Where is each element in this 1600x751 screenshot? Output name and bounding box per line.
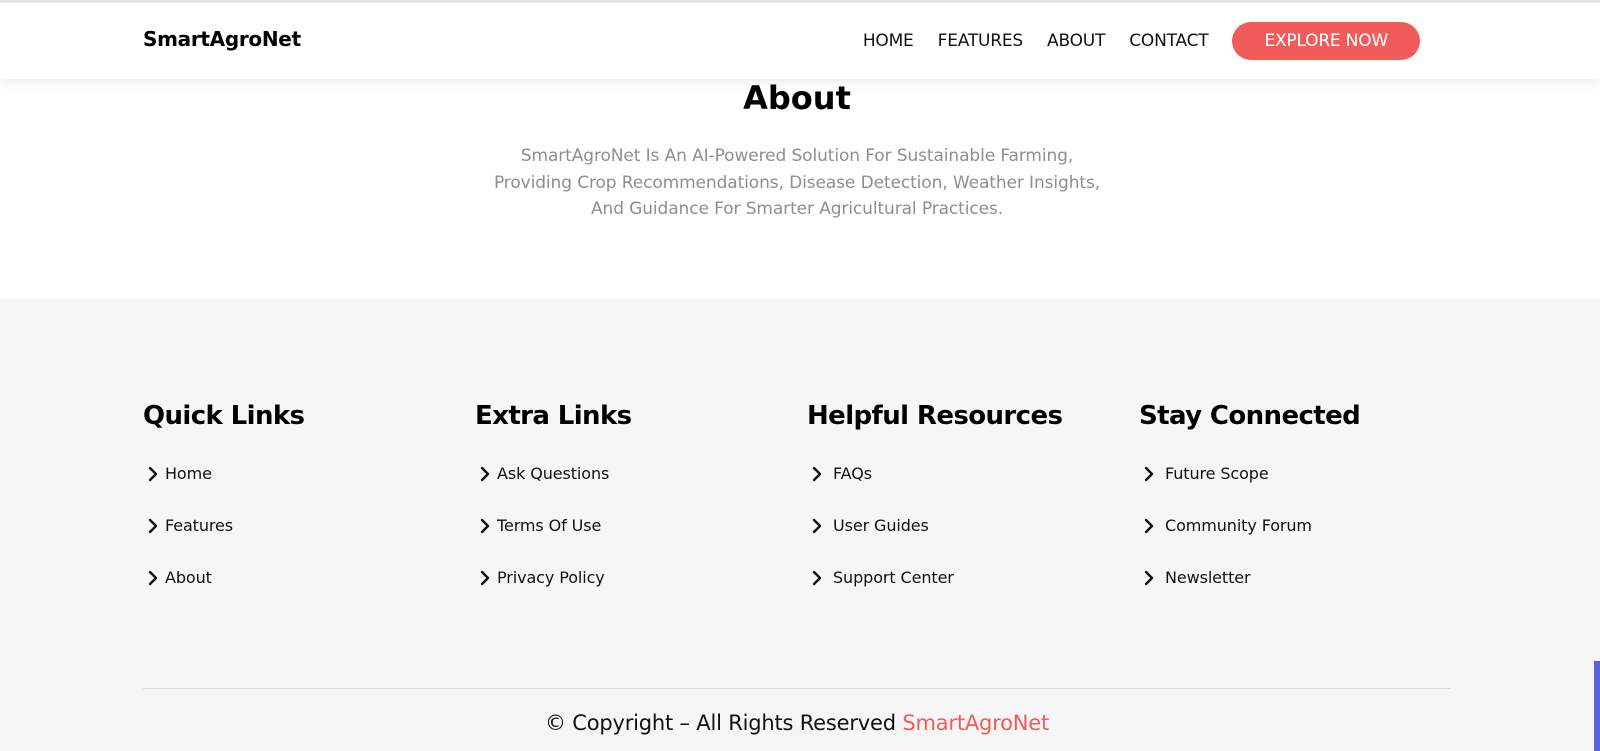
footer-column-helpful-resources: Helpful Resources FAQs User Guides Suppo…	[807, 398, 1127, 620]
footer-link-terms-of-use[interactable]: Terms Of Use	[475, 516, 795, 568]
chevron-right-icon	[147, 569, 163, 587]
footer-link-home[interactable]: Home	[143, 464, 463, 516]
chevron-right-icon	[479, 569, 495, 587]
chevron-right-icon	[1143, 465, 1159, 483]
footer-link-future-scope[interactable]: Future Scope	[1139, 464, 1459, 516]
explore-now-button[interactable]: EXPLORE NOW	[1232, 22, 1420, 60]
footer-link-community-forum[interactable]: Community Forum	[1139, 516, 1459, 568]
footer-link-features[interactable]: Features	[143, 516, 463, 568]
footer-link-list: FAQs User Guides Support Center	[807, 464, 1127, 620]
copyright-brand-link[interactable]: SmartAgroNet	[902, 711, 1049, 735]
footer-link-list: Ask Questions Terms Of Use Privacy Polic…	[475, 464, 795, 620]
footer-link-list: Home Features About	[143, 464, 463, 620]
footer-link-label: Newsletter	[1165, 568, 1251, 587]
footer-link-label: Support Center	[833, 568, 954, 587]
footer-column-title: Stay Connected	[1139, 401, 1361, 431]
footer-divider	[143, 688, 1450, 689]
nav-link-home[interactable]: HOME	[863, 31, 914, 51]
footer-column-title: Quick Links	[143, 401, 305, 431]
scrollbar-thumb[interactable]	[1594, 661, 1600, 751]
footer-column-extra-links: Extra Links Ask Questions Terms Of Use P…	[475, 398, 795, 620]
copyright-text: © Copyright – All Rights Reserved	[544, 711, 896, 735]
footer-link-ask-questions[interactable]: Ask Questions	[475, 464, 795, 516]
footer-link-faqs[interactable]: FAQs	[807, 464, 1127, 516]
copyright: © Copyright – All Rights Reserved SmartA…	[0, 711, 1594, 735]
nav-link-about[interactable]: ABOUT	[1047, 31, 1105, 51]
footer-link-about[interactable]: About	[143, 568, 463, 620]
footer-link-label: Features	[165, 516, 233, 535]
chevron-right-icon	[811, 465, 827, 483]
footer-link-label: Community Forum	[1165, 516, 1312, 535]
footer-column-title: Helpful Resources	[807, 401, 1063, 431]
top-border	[0, 0, 1600, 3]
about-title: About	[743, 79, 851, 117]
footer-link-list: Future Scope Community Forum Newsletter	[1139, 464, 1459, 620]
footer-link-user-guides[interactable]: User Guides	[807, 516, 1127, 568]
chevron-right-icon	[479, 465, 495, 483]
navbar: SmartAgroNet HOME FEATURES ABOUT CONTACT…	[0, 3, 1600, 79]
footer-link-label: Future Scope	[1165, 464, 1269, 483]
footer-link-label: User Guides	[833, 516, 929, 535]
footer-column-title: Extra Links	[475, 401, 632, 431]
chevron-right-icon	[1143, 569, 1159, 587]
footer-link-label: Terms Of Use	[497, 516, 602, 535]
about-section: About SmartAgroNet Is An AI-Powered Solu…	[0, 79, 1600, 298]
footer-link-label: Ask Questions	[497, 464, 610, 483]
chevron-right-icon	[147, 517, 163, 535]
footer: Quick Links Home Features About Extra Li…	[0, 298, 1600, 751]
chevron-right-icon	[811, 517, 827, 535]
footer-link-label: FAQs	[833, 464, 872, 483]
footer-column-quick-links: Quick Links Home Features About	[143, 398, 463, 620]
chevron-right-icon	[479, 517, 495, 535]
about-description: SmartAgroNet Is An AI-Powered Solution F…	[493, 146, 1101, 219]
footer-link-newsletter[interactable]: Newsletter	[1139, 568, 1459, 620]
footer-link-privacy-policy[interactable]: Privacy Policy	[475, 568, 795, 620]
footer-link-label: Privacy Policy	[497, 568, 605, 587]
brand-logo[interactable]: SmartAgroNet	[143, 27, 301, 51]
nav-link-contact[interactable]: CONTACT	[1129, 31, 1208, 51]
nav-links: HOME FEATURES ABOUT CONTACT EXPLORE NOW	[839, 22, 1420, 60]
chevron-right-icon	[1143, 517, 1159, 535]
footer-column-stay-connected: Stay Connected Future Scope Community Fo…	[1139, 398, 1459, 620]
page: SmartAgroNet HOME FEATURES ABOUT CONTACT…	[0, 0, 1600, 751]
footer-link-support-center[interactable]: Support Center	[807, 568, 1127, 620]
footer-link-label: About	[165, 568, 212, 587]
chevron-right-icon	[147, 465, 163, 483]
nav-link-features[interactable]: FEATURES	[938, 31, 1024, 51]
footer-link-label: Home	[165, 464, 212, 483]
chevron-right-icon	[811, 569, 827, 587]
scrollbar-track[interactable]	[1594, 0, 1600, 751]
